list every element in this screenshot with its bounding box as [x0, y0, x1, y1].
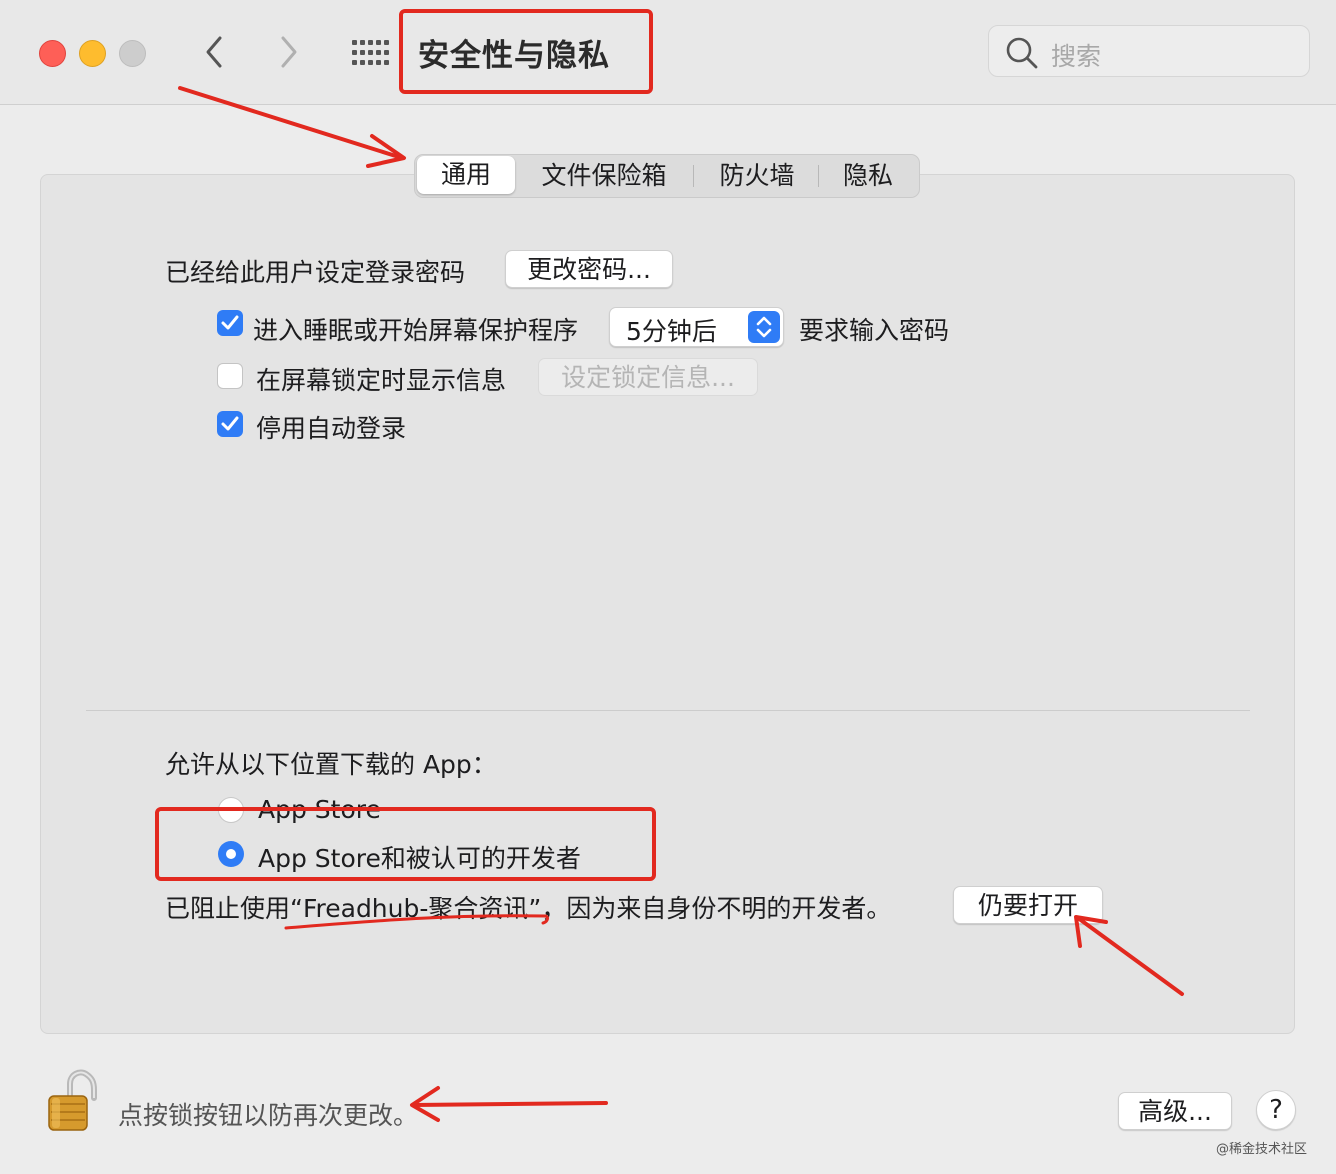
blocked-app-message: 已阻止使用“Freadhub-聚合资讯”，因为来自身份不明的开发者。 — [165, 894, 892, 923]
require-password-label: 进入睡眠或开始屏幕保护程序 — [253, 316, 579, 345]
open-anyway-button[interactable]: 仍要打开 — [953, 886, 1103, 924]
stepper-icon — [748, 311, 780, 343]
help-button[interactable]: ? — [1256, 1090, 1296, 1130]
checkmark-icon — [221, 315, 239, 330]
password-delay-select[interactable]: 5分钟后 — [609, 307, 784, 347]
unlocked-padlock-icon — [48, 1069, 97, 1131]
tab-firewall[interactable]: 防火墙 — [705, 155, 809, 197]
forward-button[interactable] — [275, 34, 305, 70]
section-divider — [86, 710, 1250, 711]
tab-privacy[interactable]: 隐私 — [835, 155, 901, 197]
radio-app-store-identified-label: App Store和被认可的开发者 — [258, 844, 581, 873]
lock-hint-text: 点按锁按钮以防再次更改。 — [118, 1101, 419, 1130]
watermark: @稀金技术社区 — [1216, 1142, 1308, 1157]
tab-separator — [693, 165, 694, 187]
checkmark-icon — [221, 416, 239, 431]
advanced-button[interactable]: 高级... — [1118, 1092, 1232, 1130]
minimize-window-button[interactable] — [79, 40, 106, 67]
show-message-checkbox[interactable] — [217, 363, 243, 389]
lock-button[interactable] — [46, 1068, 102, 1134]
radio-app-store[interactable] — [218, 797, 244, 823]
tab-bar: 通用 文件保险箱 防火墙 隐私 — [414, 154, 920, 198]
tab-filevault[interactable]: 文件保险箱 — [531, 155, 677, 197]
chevron-right-icon — [281, 36, 297, 68]
show-message-label: 在屏幕锁定时显示信息 — [256, 366, 507, 395]
password-delay-value: 5分钟后 — [626, 317, 717, 346]
disable-autologin-checkbox[interactable] — [217, 411, 243, 437]
require-password-checkbox[interactable] — [217, 310, 243, 336]
search-icon — [1006, 37, 1038, 69]
close-window-button[interactable] — [39, 40, 66, 67]
downloads-heading: 允许从以下位置下载的 App： — [165, 750, 497, 779]
show-all-button[interactable] — [352, 40, 390, 66]
change-password-button[interactable]: 更改密码... — [505, 250, 673, 288]
title-bar: 安全性与隐私 搜索 — [0, 0, 1336, 105]
radio-app-store-label: App Store — [258, 795, 381, 824]
disable-autologin-label: 停用自动登录 — [256, 414, 407, 443]
annotation-arrow-lock — [410, 1086, 608, 1122]
require-password-suffix: 要求输入密码 — [799, 316, 950, 345]
radio-app-store-identified[interactable] — [218, 841, 244, 867]
chevron-left-icon — [206, 36, 222, 68]
search-placeholder: 搜索 — [1051, 42, 1102, 71]
password-set-label: 已经给此用户设定登录密码 — [165, 258, 466, 287]
set-lock-message-button[interactable]: 设定锁定信息... — [538, 358, 758, 396]
search-field[interactable]: 搜索 — [988, 25, 1310, 77]
tab-general[interactable]: 通用 — [417, 156, 515, 194]
back-button[interactable] — [200, 34, 230, 70]
zoom-window-button[interactable] — [119, 40, 146, 67]
window-title: 安全性与隐私 — [418, 38, 610, 74]
grid-icon — [352, 40, 389, 65]
tab-separator — [818, 165, 819, 187]
